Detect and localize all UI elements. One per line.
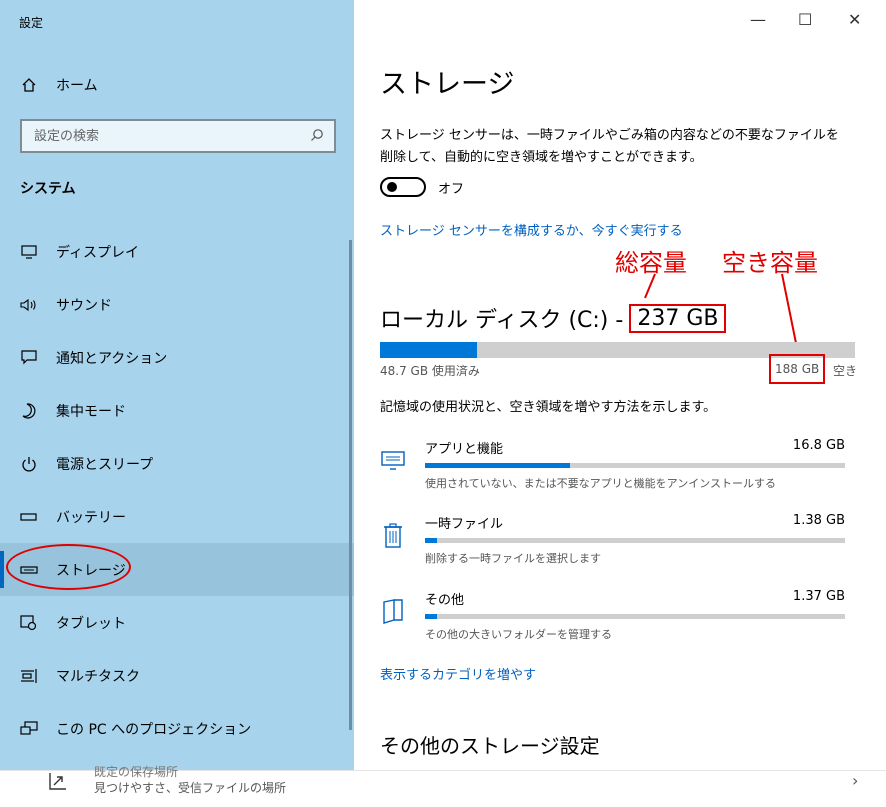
battery-icon [20, 512, 38, 522]
search-box[interactable] [20, 119, 336, 153]
sidebar-item-label: 通知とアクション [56, 350, 168, 367]
save-location-icon [48, 771, 68, 791]
category-size: 1.38 GB [792, 513, 845, 528]
maximize-button[interactable]: ☐ [798, 10, 812, 29]
sidebar-item-focus[interactable]: 集中モード [0, 384, 354, 437]
category-subtitle: 削除する一時ファイルを選択します [425, 552, 601, 565]
folder-icon [380, 597, 406, 627]
sidebar-item-notifications[interactable]: 通知とアクション [0, 331, 354, 384]
storage-icon [20, 565, 38, 575]
sidebar-item-label: バッテリー [56, 509, 126, 526]
sidebar-item-power[interactable]: 電源とスリープ [0, 437, 354, 490]
search-input[interactable] [32, 127, 310, 145]
category-usage-bar [425, 463, 845, 468]
category-usage-bar [425, 614, 845, 619]
trash-icon [380, 521, 406, 551]
annotation-total-capacity: 総容量 [615, 249, 687, 277]
toggle-knob [387, 182, 397, 192]
sidebar-item-label: ストレージ [56, 562, 126, 579]
sidebar-item-display[interactable]: ディスプレイ [0, 225, 354, 278]
sidebar-scrollbar[interactable] [349, 240, 352, 730]
sidebar-item-sound[interactable]: サウンド [0, 278, 354, 331]
category-apps[interactable]: アプリと機能 16.8 GB 使用されていない、または不要なアプリと機能をアンイ… [380, 438, 850, 498]
home-icon [20, 77, 38, 93]
storage-sense-toggle-row: オフ [380, 177, 464, 197]
sidebar-item-label: ディスプレイ [56, 244, 140, 261]
configure-storage-sense-link[interactable]: ストレージ センサーを構成するか、今すぐ実行する [380, 220, 683, 239]
page-title: ストレージ [380, 69, 515, 100]
search-icon[interactable] [310, 127, 324, 146]
category-usage-bar [425, 538, 845, 543]
apps-icon [380, 446, 406, 476]
storage-sense-toggle[interactable] [380, 177, 426, 197]
sidebar-item-label: この PC へのプロジェクション [56, 721, 252, 738]
projection-icon [20, 720, 38, 737]
toggle-state-label: オフ [438, 181, 465, 197]
multitask-icon [20, 668, 38, 684]
category-size: 16.8 GB [792, 438, 845, 453]
power-icon [20, 456, 38, 472]
category-usage-fill [425, 463, 570, 468]
category-subtitle: 使用されていない、または不要なアプリと機能をアンインストールする [425, 477, 777, 490]
app-title: 設定 [19, 16, 44, 30]
sidebar-item-multitask[interactable]: マルチタスク [0, 649, 354, 702]
sidebar-item-projection[interactable]: この PC へのプロジェクション [0, 702, 354, 755]
monitor-icon [20, 244, 38, 259]
home-label: ホーム [56, 78, 98, 94]
category-subtitle: その他の大きいフォルダーを管理する [425, 628, 612, 641]
disk-used-label: 48.7 GB 使用済み [380, 364, 480, 378]
category-name: その他 [425, 593, 465, 608]
other-storage-settings-heading: その他のストレージ設定 [380, 734, 600, 758]
category-usage-fill [425, 538, 437, 543]
storage-usage-description: 記憶域の使用状況と、空き領域を増やす方法を示します。 [380, 400, 717, 415]
chevron-right-icon: › [852, 771, 859, 790]
sidebar: 設定 ホーム システム ディスプレイ サウンド [0, 0, 354, 770]
category-other[interactable]: その他 1.37 GB その他の大きいフォルダーを管理する [380, 589, 850, 649]
bottom-row-subtitle: 見つけやすさ、受信ファイルの場所 [94, 781, 287, 795]
disk-heading: ローカル ディスク (C:) - 237 GB [380, 302, 727, 334]
section-title: システム [20, 181, 76, 197]
sidebar-item-label: マルチタスク [56, 668, 140, 685]
bottom-row-title: 既定の保存場所 [94, 765, 179, 779]
close-button[interactable]: ✕ [848, 10, 861, 29]
disk-free-suffix: 空き [833, 364, 858, 378]
sidebar-item-tablet[interactable]: タブレット [0, 596, 354, 649]
notification-icon [20, 350, 38, 365]
bottom-setting-row[interactable]: 既定の保存場所 見つけやすさ、受信ファイルの場所 › [0, 765, 886, 807]
category-temp-files[interactable]: 一時ファイル 1.38 GB 削除する一時ファイルを選択します [380, 513, 850, 573]
sidebar-item-storage[interactable]: ストレージ [0, 543, 354, 596]
category-size: 1.37 GB [792, 589, 845, 604]
sidebar-item-label: 集中モード [56, 403, 126, 420]
category-name: アプリと機能 [425, 442, 504, 457]
disk-free-size: 188 GB [769, 354, 826, 384]
home-nav-item[interactable]: ホーム [20, 75, 98, 95]
show-more-categories-link[interactable]: 表示するカテゴリを増やす [380, 664, 536, 683]
disk-total-size: 237 GB [629, 303, 727, 333]
sidebar-item-battery[interactable]: バッテリー [0, 490, 354, 543]
category-usage-fill [425, 614, 437, 619]
speaker-icon [20, 298, 38, 312]
tablet-icon [20, 614, 38, 631]
disk-name: ローカル ディスク (C:) - [380, 308, 624, 333]
sidebar-item-label: 電源とスリープ [56, 456, 154, 473]
moon-icon [20, 402, 38, 419]
category-name: 一時ファイル [425, 517, 504, 532]
sidebar-item-label: タブレット [56, 615, 126, 632]
disk-usage-fill [380, 342, 478, 358]
annotation-free-space: 空き容量 [722, 249, 818, 277]
storage-sense-description: ストレージ センサーは、一時ファイルやごみ箱の内容などの不要なファイルを削除して… [380, 128, 839, 165]
sidebar-nav: ディスプレイ サウンド 通知とアクション 集中モード 電源とスリープ バッテリー… [0, 225, 354, 755]
minimize-button[interactable]: — [750, 10, 766, 29]
sidebar-item-label: サウンド [56, 297, 112, 314]
